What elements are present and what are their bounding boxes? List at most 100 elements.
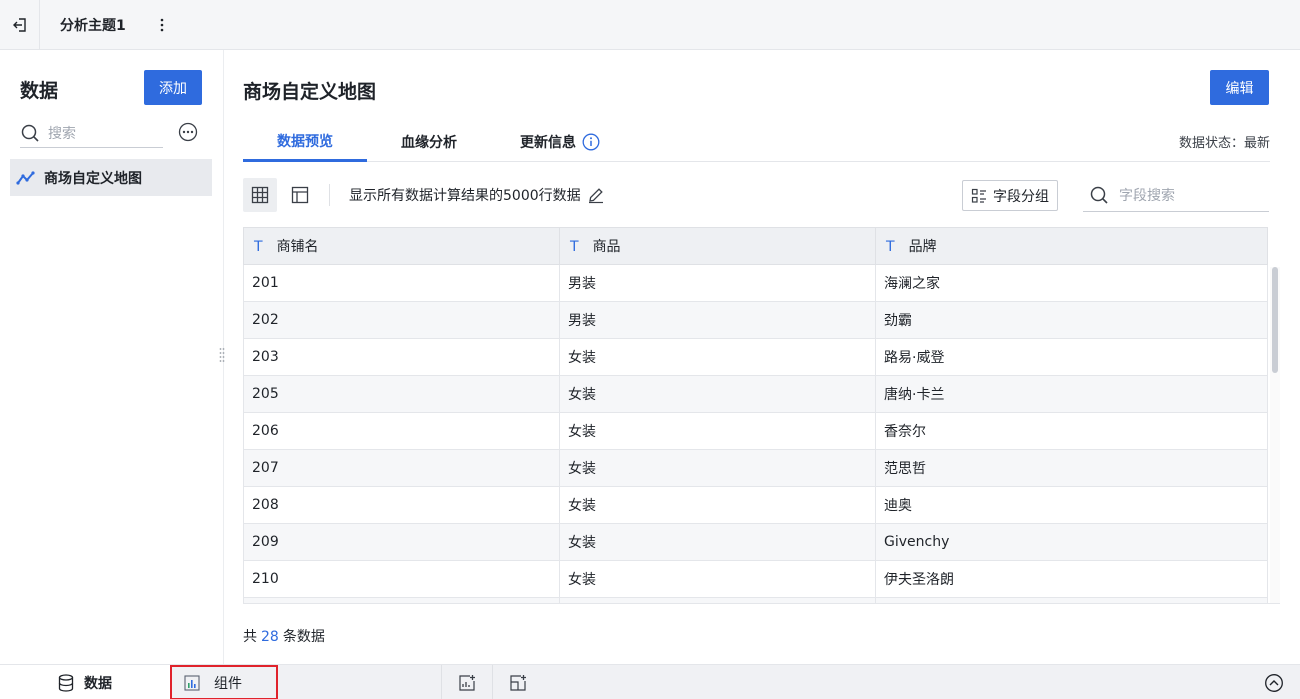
table-cell: 女装 xyxy=(559,523,876,561)
tab-label: 血缘分析 xyxy=(401,135,457,151)
table-cell: 206 xyxy=(243,412,560,450)
table-cell: 女装 xyxy=(559,375,876,413)
tab-update-info[interactable]: 更新信息 xyxy=(505,122,615,162)
bottom-tab-data[interactable]: 数据 xyxy=(0,665,170,699)
add-dashboard-button[interactable] xyxy=(492,665,542,699)
text-type-icon: T xyxy=(886,239,895,255)
add-component-button[interactable] xyxy=(441,665,491,699)
grid-icon xyxy=(251,186,269,204)
top-bar: 分析主题1 xyxy=(0,0,1300,50)
layout-icon xyxy=(291,186,309,204)
text-type-icon: T xyxy=(570,239,579,255)
field-group-button[interactable]: 字段分组 xyxy=(962,180,1058,211)
column-label: 品牌 xyxy=(908,239,937,255)
dataset-detail: 商场自定义地图 编辑 数据预览 血缘分析 更新信息 数据状态：最新 显示所有数据… xyxy=(225,50,1300,664)
table-cell: 205 xyxy=(243,375,560,413)
vertical-dots-icon xyxy=(160,18,164,31)
table-cell: 209 xyxy=(243,523,560,561)
data-preview-table: T 商铺名 T 商品 T 品牌 201 男装 海澜之家 202 男装 劲霸 203 xyxy=(243,227,1280,604)
column-header-brand[interactable]: T 品牌 xyxy=(875,227,1268,265)
table-cell: 208 xyxy=(243,486,560,524)
more-options-button[interactable] xyxy=(154,15,170,35)
table-cell: 女装 xyxy=(559,338,876,376)
dataset-item[interactable]: 商场自定义地图 xyxy=(10,159,212,196)
table-cell: 伊夫圣洛朗 xyxy=(875,560,1268,598)
bottom-tab-component-label: 组件 xyxy=(214,675,242,692)
table-cell: 女装 xyxy=(559,449,876,487)
collapse-up-icon[interactable] xyxy=(1264,673,1284,693)
table-row: 201 男装 海澜之家 xyxy=(243,264,1268,302)
row-count-suffix: 条数据 xyxy=(282,629,325,645)
row-count-summary: 共 28 条数据 xyxy=(243,626,325,646)
exit-button[interactable] xyxy=(0,0,40,50)
table-row: 202 男装 劲霸 xyxy=(243,301,1268,339)
dataset-search-input[interactable]: 搜索 xyxy=(20,118,163,148)
table-row xyxy=(243,597,1268,603)
table-cell: 男装 xyxy=(559,301,876,339)
table-header-row: T 商铺名 T 商品 T 品牌 xyxy=(243,227,1268,265)
search-icon xyxy=(21,124,39,142)
table-cell: 202 xyxy=(243,301,560,339)
table-cell xyxy=(559,597,876,603)
column-header-shop[interactable]: T 商铺名 xyxy=(243,227,560,265)
field-search-input[interactable]: 字段搜索 xyxy=(1083,178,1269,212)
row-limit-text: 显示所有数据计算结果的5000行数据 xyxy=(349,188,581,204)
data-status: 数据状态：最新 xyxy=(1178,136,1270,151)
table-cell: 201 xyxy=(243,264,560,302)
list-group-icon xyxy=(971,188,986,203)
edit-button[interactable]: 编辑 xyxy=(1210,70,1269,105)
database-icon xyxy=(58,673,74,692)
row-limit-description: 显示所有数据计算结果的5000行数据 xyxy=(349,178,605,212)
table-cell xyxy=(243,597,560,603)
dataset-item-label: 商场自定义地图 xyxy=(44,170,142,187)
layout-view-button[interactable] xyxy=(283,178,317,212)
more-circle-icon[interactable] xyxy=(178,122,198,142)
table-cell: 女装 xyxy=(559,560,876,598)
table-row: 209 女装 Givenchy xyxy=(243,523,1268,561)
scrollbar-thumb[interactable] xyxy=(1272,267,1278,373)
column-header-product[interactable]: T 商品 xyxy=(559,227,876,265)
table-cell: 男装 xyxy=(559,264,876,302)
toolbar-divider xyxy=(329,184,330,206)
tab-label: 更新信息 xyxy=(520,135,576,151)
tab-lineage-analysis[interactable]: 血缘分析 xyxy=(367,122,491,162)
tab-data-preview[interactable]: 数据预览 xyxy=(243,122,367,162)
data-panel-heading: 数据 xyxy=(20,80,59,102)
page-title: 商场自定义地图 xyxy=(243,81,377,103)
row-count-number: 28 xyxy=(261,629,279,645)
table-cell: 海澜之家 xyxy=(875,264,1268,302)
table-row: 208 女装 迪奥 xyxy=(243,486,1268,524)
bottom-bar: 数据 组件 xyxy=(0,664,1300,699)
table-row: 206 女装 香奈尔 xyxy=(243,412,1268,450)
bottom-tab-data-label: 数据 xyxy=(84,675,112,692)
field-group-label: 字段分组 xyxy=(993,188,1049,205)
table-row: 203 女装 路易·威登 xyxy=(243,338,1268,376)
table-cell xyxy=(875,597,1268,603)
table-cell: 香奈尔 xyxy=(875,412,1268,450)
field-search-placeholder: 字段搜索 xyxy=(1119,187,1175,204)
search-icon xyxy=(1090,186,1108,204)
bar-chart-icon xyxy=(184,674,200,691)
bottom-tab-component[interactable]: 组件 xyxy=(170,665,278,699)
table-cell: 女装 xyxy=(559,486,876,524)
info-icon[interactable] xyxy=(582,133,600,151)
table-row: 210 女装 伊夫圣洛朗 xyxy=(243,560,1268,598)
add-data-button[interactable]: 添加 xyxy=(144,70,202,105)
pencil-icon[interactable] xyxy=(587,186,605,204)
table-scrollbar[interactable] xyxy=(1270,267,1280,603)
table-cell: 207 xyxy=(243,449,560,487)
add-chart-icon xyxy=(458,674,475,691)
table-cell: 唐纳·卡兰 xyxy=(875,375,1268,413)
analysis-tab-title[interactable]: 分析主题1 xyxy=(60,15,126,35)
grid-view-button[interactable] xyxy=(243,178,277,212)
column-label: 商品 xyxy=(592,239,621,255)
detail-tabs: 数据预览 血缘分析 更新信息 xyxy=(243,122,1270,162)
row-count-prefix: 共 xyxy=(243,629,257,645)
search-placeholder: 搜索 xyxy=(48,125,76,142)
table-row: 205 女装 唐纳·卡兰 xyxy=(243,375,1268,413)
table-cell: 路易·威登 xyxy=(875,338,1268,376)
table-cell: 210 xyxy=(243,560,560,598)
data-panel: 数据 添加 搜索 商场自定义地图 xyxy=(0,50,224,664)
table-cell: 迪奥 xyxy=(875,486,1268,524)
table-cell: 203 xyxy=(243,338,560,376)
